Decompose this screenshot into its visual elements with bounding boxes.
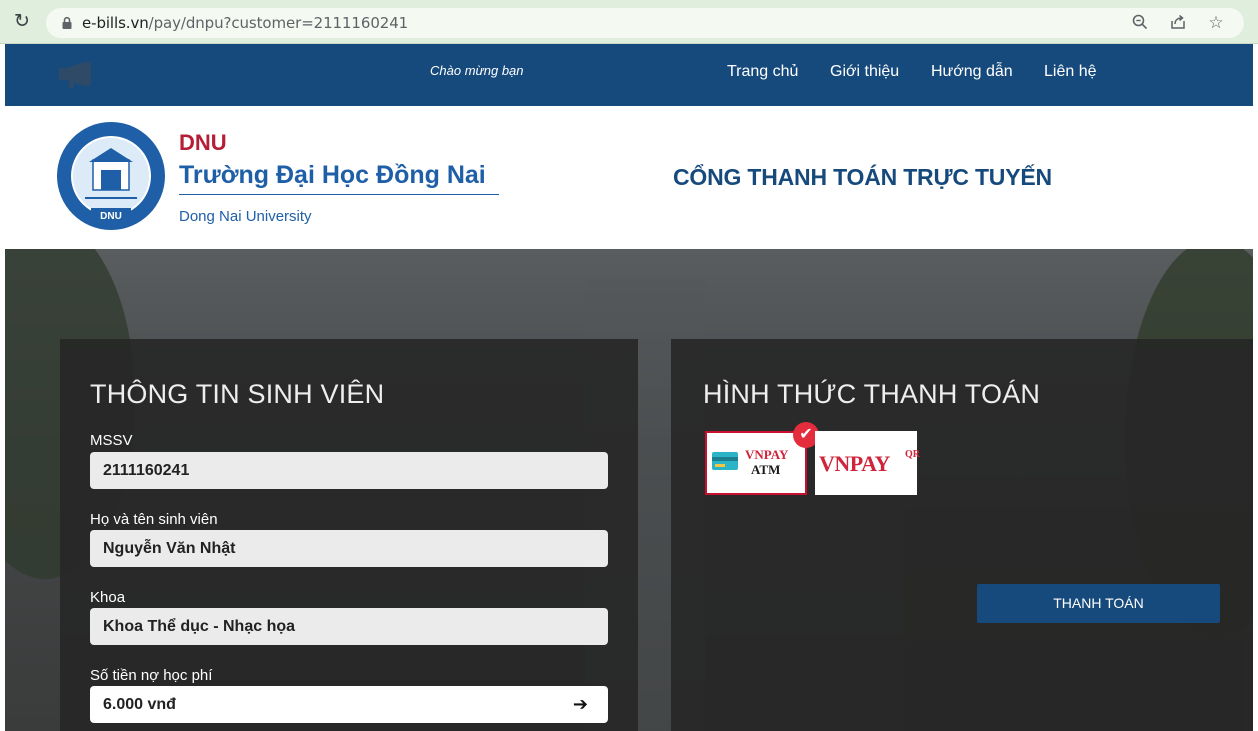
university-english-name: Dong Nai University: [179, 208, 312, 225]
url-path: /pay/dnpu?customer=2111160241: [148, 14, 409, 32]
hero-section: THÔNG TIN SINH VIÊN MSSV 2111160241 Họ v…: [5, 249, 1253, 731]
share-icon[interactable]: [1168, 13, 1188, 33]
university-logo[interactable]: DNU: [55, 120, 167, 232]
tuition-debt-value: 6.000 vnđ: [103, 696, 176, 713]
tuition-debt-label: Số tiền nợ học phí: [90, 667, 213, 684]
welcome-text: Chào mừng bạn: [430, 63, 524, 78]
student-name-field: Nguyễn Văn Nhật: [90, 530, 608, 567]
vnpay-qr-brand: VNPAY: [819, 451, 890, 476]
university-name: Trường Đại Học Đồng Nai: [179, 161, 499, 195]
vnpay-atm-bottom: ATM: [751, 462, 781, 477]
pay-button[interactable]: THANH TOÁN: [977, 584, 1220, 623]
address-bar[interactable]: e-bills.vn/pay/dnpu?customer=2111160241 …: [46, 8, 1244, 38]
portal-title: CỔNG THANH TOÁN TRỰC TUYẾN: [673, 164, 1052, 190]
vnpay-atm-top: VNPAY: [745, 447, 789, 462]
student-info-title: THÔNG TIN SINH VIÊN: [90, 379, 385, 409]
vnpay-atm-option[interactable]: VNPAY ATM ✔: [705, 422, 819, 495]
logo-text: DNU: [100, 211, 122, 222]
arrow-right-icon[interactable]: ➔: [573, 686, 588, 723]
url-host: e-bills.vn: [82, 14, 149, 32]
site-header: DNU DNU Trường Đại Học Đồng Nai Dong Nai…: [5, 106, 1253, 249]
lock-icon[interactable]: [60, 16, 74, 30]
vnpay-qr-option[interactable]: VNPAY QR: [815, 431, 920, 495]
mssv-label: MSSV: [90, 432, 133, 449]
star-icon[interactable]: ☆: [1206, 13, 1226, 33]
nav-about[interactable]: Giới thiệu: [830, 63, 899, 81]
payment-method-panel: HÌNH THỨC THANH TOÁN VNPAY ATM ✔ VNPAY Q…: [671, 339, 1253, 731]
page: Chào mừng bạn Trang chủ Giới thiệu Hướng…: [5, 44, 1253, 731]
megaphone-icon: [59, 61, 91, 88]
faculty-field: Khoa Thể dục - Nhạc họa: [90, 608, 608, 645]
mssv-field: 2111160241: [90, 452, 608, 489]
browser-toolbar: ↻ e-bills.vn/pay/dnpu?customer=211116024…: [0, 0, 1258, 44]
payment-method-title: HÌNH THỨC THANH TOÁN: [703, 379, 1041, 409]
top-nav: Chào mừng bạn Trang chủ Giới thiệu Hướng…: [5, 44, 1253, 106]
tuition-debt-field[interactable]: 6.000 vnđ ➔: [90, 686, 608, 723]
nav-contact[interactable]: Liên hệ: [1044, 63, 1097, 81]
card-icon: [712, 452, 738, 470]
student-name-label: Họ và tên sinh viên: [90, 511, 218, 528]
zoom-icon[interactable]: [1130, 13, 1150, 33]
nav-guide[interactable]: Hướng dẫn: [931, 63, 1013, 81]
reload-icon[interactable]: ↻: [10, 10, 34, 34]
student-info-panel: THÔNG TIN SINH VIÊN MSSV 2111160241 Họ v…: [60, 339, 638, 731]
url-text[interactable]: e-bills.vn/pay/dnpu?customer=2111160241: [82, 14, 408, 32]
vnpay-qr-suffix: QR: [905, 449, 920, 460]
faculty-label: Khoa: [90, 589, 126, 606]
nav-home[interactable]: Trang chủ: [727, 63, 798, 81]
university-short-name: DNU: [179, 130, 227, 155]
